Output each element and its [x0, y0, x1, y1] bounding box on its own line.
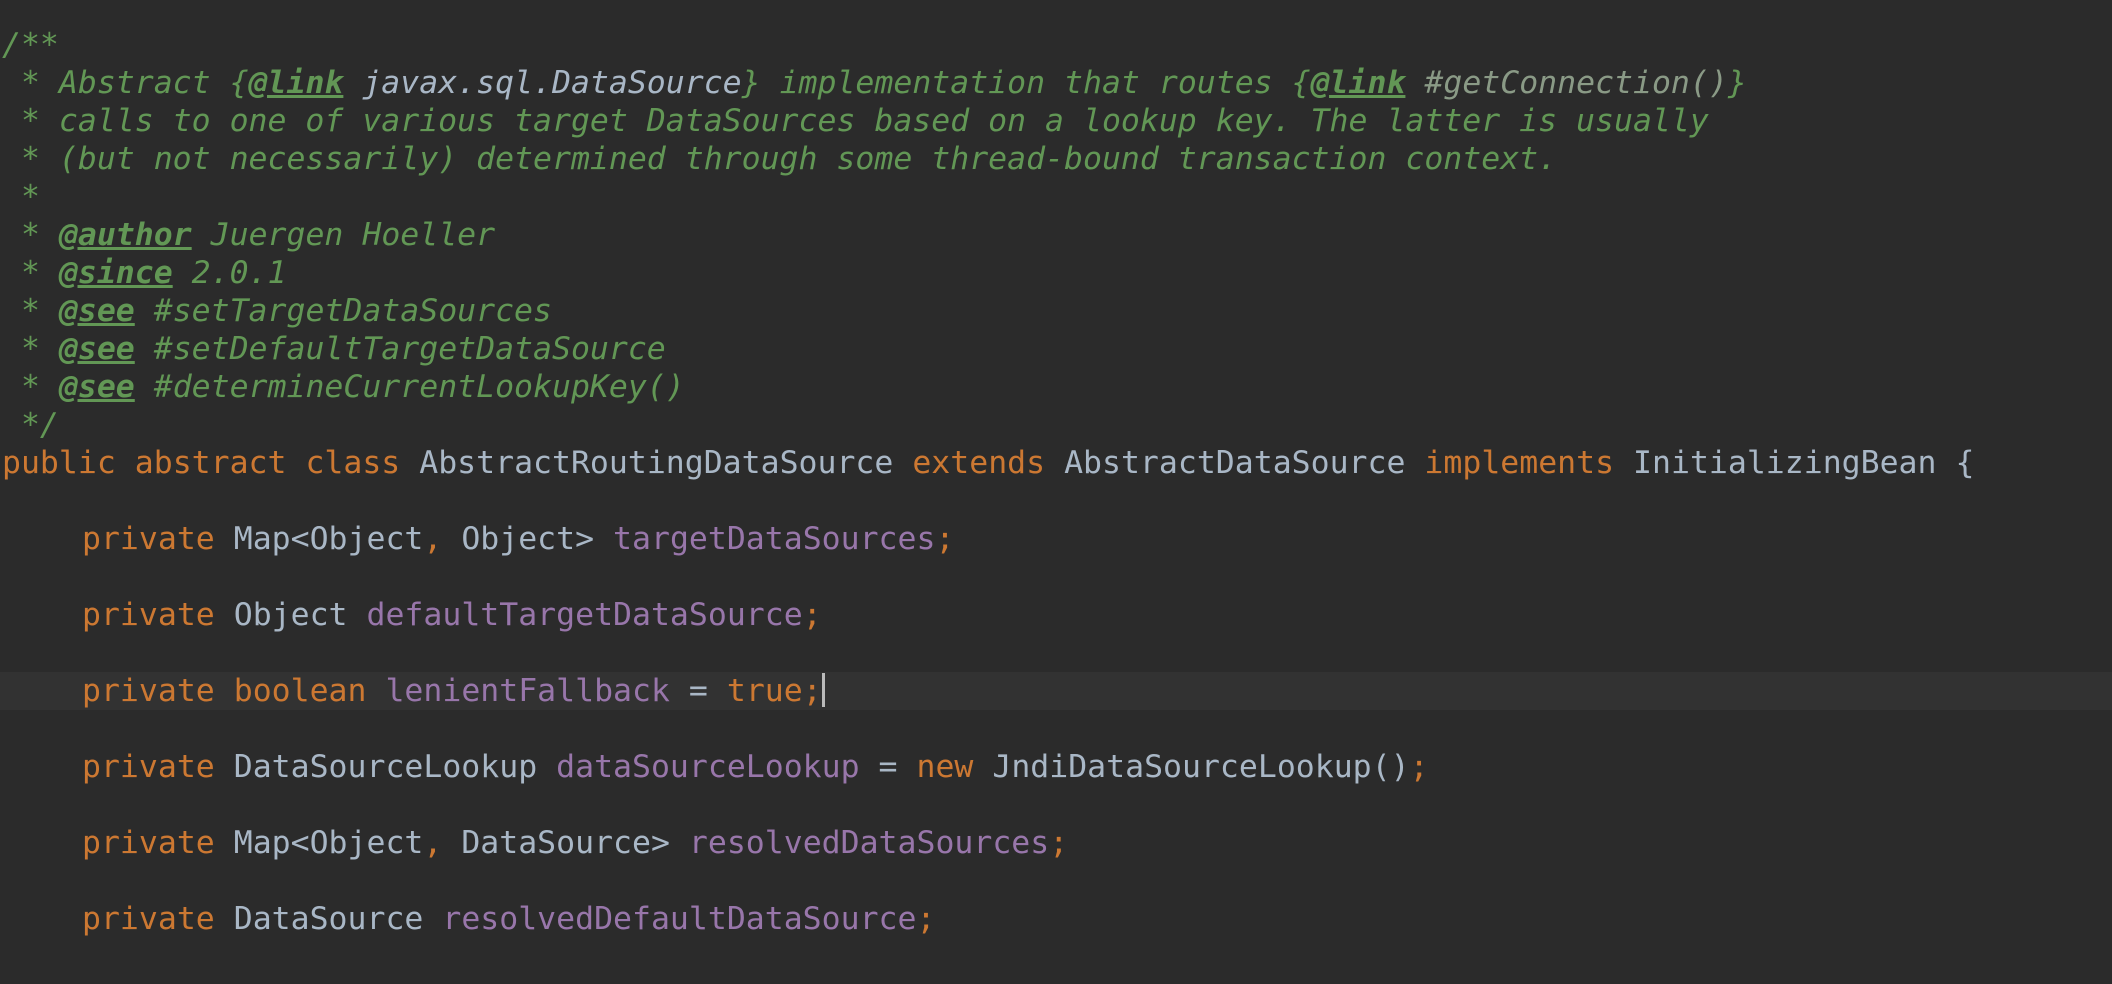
- class-declaration[interactable]: public abstract class AbstractRoutingDat…: [0, 444, 2112, 482]
- field-name: targetDataSources: [613, 521, 936, 557]
- javadoc-author-tag: @author: [58, 217, 192, 253]
- code-line-10[interactable]: * @see #determineCurrentLookupKey(): [0, 368, 2112, 406]
- field-target-data-sources[interactable]: private Map<Object, Object> targetDataSo…: [0, 520, 2112, 558]
- field-name: resolvedDefaultDataSource: [442, 901, 917, 937]
- javadoc-see-tag: @see: [58, 293, 135, 329]
- field-default-target-data-source[interactable]: private Object defaultTargetDataSource;: [0, 596, 2112, 634]
- code-line-3[interactable]: * calls to one of various target DataSou…: [0, 102, 2112, 140]
- javadoc-see-tag: @see: [58, 331, 135, 367]
- field-data-source-lookup[interactable]: private DataSourceLookup dataSourceLooku…: [0, 748, 2112, 786]
- code-line-8[interactable]: * @see #setTargetDataSources: [0, 292, 2112, 330]
- field-name: dataSourceLookup: [556, 749, 860, 785]
- code-line-1[interactable]: /**: [0, 26, 2112, 64]
- javadoc-link-tag: @link: [248, 65, 344, 101]
- field-name: defaultTargetDataSource: [366, 597, 803, 633]
- code-line-7[interactable]: * @since 2.0.1: [0, 254, 2112, 292]
- text-caret: [821, 673, 825, 707]
- javadoc-link-tag: @link: [1310, 65, 1406, 101]
- javadoc-see-tag: @see: [58, 369, 135, 405]
- javadoc-since-tag: @since: [58, 255, 173, 291]
- javadoc-open: /**: [2, 27, 59, 63]
- code-line-11[interactable]: */: [0, 406, 2112, 444]
- code-line-6[interactable]: * @author Juergen Hoeller: [0, 216, 2112, 254]
- code-line-9[interactable]: * @see #setDefaultTargetDataSource: [0, 330, 2112, 368]
- field-resolved-default-data-source[interactable]: private DataSource resolvedDefaultDataSo…: [0, 900, 2112, 938]
- field-name: resolvedDataSources: [688, 825, 1050, 861]
- code-editor[interactable]: /** * Abstract {@link javax.sql.DataSour…: [0, 0, 2112, 984]
- interface-name: InitializingBean: [1633, 445, 1937, 481]
- javadoc-close: */: [2, 407, 59, 443]
- code-line-4[interactable]: * (but not necessarily) determined throu…: [0, 140, 2112, 178]
- code-line-5[interactable]: *: [0, 178, 2112, 216]
- field-name: lenientFallback: [385, 673, 670, 709]
- code-line-2[interactable]: * Abstract {@link javax.sql.DataSource} …: [0, 64, 2112, 102]
- field-lenient-fallback[interactable]: private boolean lenientFallback = true;: [0, 672, 2112, 710]
- superclass-name: AbstractDataSource: [1064, 445, 1406, 481]
- class-name: AbstractRoutingDataSource: [419, 445, 894, 481]
- field-resolved-data-sources[interactable]: private Map<Object, DataSource> resolved…: [0, 824, 2112, 862]
